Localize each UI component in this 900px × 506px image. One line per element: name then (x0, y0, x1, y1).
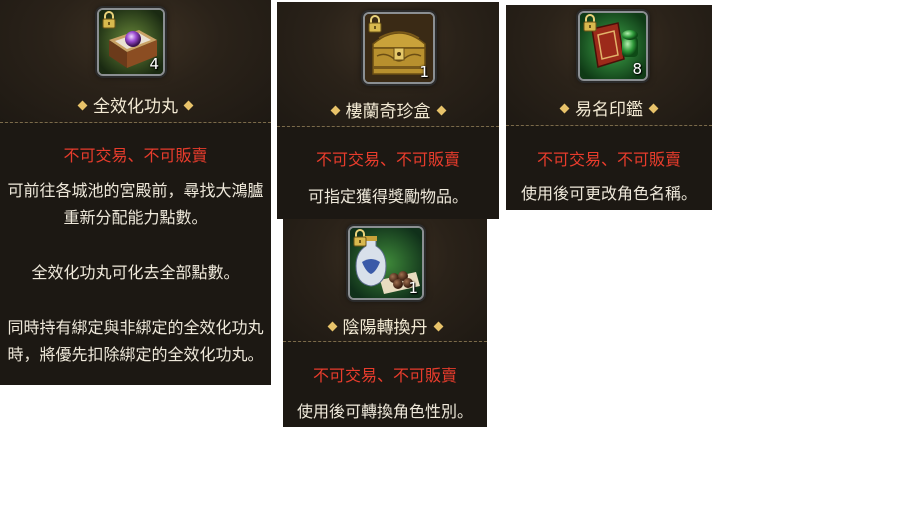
item-description: 使用後可轉換角色性別。 (283, 398, 487, 425)
description-line: 可指定獲得獎勵物品。 (307, 187, 468, 206)
item-name: 樓蘭奇珍盒 (277, 97, 499, 122)
item-icon-frame[interactable]: 8 (578, 11, 648, 81)
description-line: 使用後可轉換角色性別。 (296, 402, 473, 421)
item-tooltip-pill: 4 全效化功丸 不可交易、不可販賣 可前往各城池的宮殿前，尋找大鴻臚重新分配能力… (0, 0, 271, 385)
item-icon-frame[interactable]: 1 (348, 226, 424, 300)
item-description: 可指定獲得獎勵物品。 (277, 183, 499, 210)
item-name: 易名印鑑 (506, 95, 712, 120)
item-name: 全效化功丸 (0, 92, 271, 117)
diamond-icon (327, 321, 337, 331)
description-line: 可前往各城池的宮殿前，尋找大鴻臚重新分配能力點數。 (7, 181, 264, 227)
item-name: 陰陽轉換丹 (283, 313, 487, 338)
item-quantity: 1 (419, 63, 429, 81)
diamond-icon (77, 100, 88, 110)
trade-restriction: 不可交易、不可販賣 (536, 150, 681, 169)
item-name-text: 全效化功丸 (93, 97, 178, 117)
item-icon-frame[interactable]: 1 (363, 12, 435, 84)
diamond-icon (436, 105, 446, 115)
item-name-text: 易名印鑑 (575, 100, 643, 120)
diamond-icon (559, 103, 570, 113)
item-name-text: 陰陽轉換丹 (342, 318, 428, 338)
trade-restriction: 不可交易、不可販賣 (312, 366, 457, 385)
lock-icon (101, 11, 117, 29)
item-tooltip-vase: 1 陰陽轉換丹 不可交易、不可販賣 使用後可轉換角色性別。 (283, 219, 487, 427)
lock-icon (582, 14, 598, 32)
diamond-icon (330, 105, 340, 115)
item-quantity: 4 (149, 55, 159, 73)
item-description: 使用後可更改角色名稱。 (506, 180, 712, 207)
description-line: 同時持有綁定與非綁定的全效化功丸時，將優先扣除綁定的全效化功丸。 (7, 318, 264, 364)
lock-icon (367, 15, 383, 33)
item-description: 可前往各城池的宮殿前，尋找大鴻臚重新分配能力點數。 全效化功丸可化去全部點數。 … (0, 177, 271, 368)
item-tooltip-seal: 8 易名印鑑 不可交易、不可販賣 使用後可更改角色名稱。 (506, 5, 712, 210)
item-quantity: 8 (632, 60, 642, 78)
diamond-icon (183, 100, 194, 110)
description-line: 使用後可更改角色名稱。 (520, 184, 697, 203)
tooltip-header: 1 樓蘭奇珍盒 (277, 2, 499, 127)
item-quantity: 1 (408, 279, 418, 297)
diamond-icon (433, 321, 443, 331)
trade-restriction: 不可交易、不可販賣 (315, 150, 460, 169)
description-line: 全效化功丸可化去全部點數。 (31, 263, 240, 282)
tooltip-header: 8 易名印鑑 (506, 5, 712, 126)
tooltip-header: 1 陰陽轉換丹 (283, 219, 487, 342)
item-tooltip-chest: 1 樓蘭奇珍盒 不可交易、不可販賣 可指定獲得獎勵物品。 (277, 2, 499, 219)
lock-icon (352, 229, 368, 247)
trade-restriction: 不可交易、不可販賣 (63, 146, 208, 165)
diamond-icon (648, 103, 659, 113)
item-icon-frame[interactable]: 4 (97, 8, 165, 76)
item-name-text: 樓蘭奇珍盒 (345, 102, 431, 122)
tooltip-header: 4 全效化功丸 (0, 0, 271, 123)
